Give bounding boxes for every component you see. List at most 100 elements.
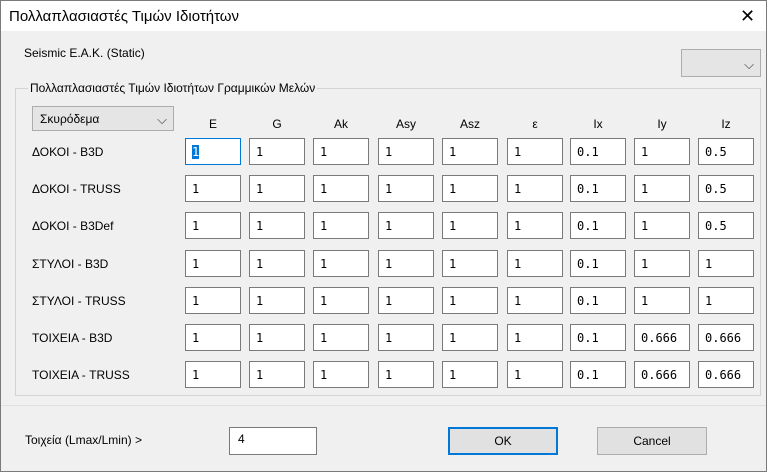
close-icon[interactable]: ✕: [729, 1, 766, 31]
value-input[interactable]: 1: [185, 361, 241, 388]
value-input[interactable]: 0.5: [698, 212, 754, 239]
value-input[interactable]: 0.666: [698, 324, 754, 351]
value-input[interactable]: 1: [442, 287, 498, 314]
value-input[interactable]: 1: [185, 138, 241, 165]
value-input[interactable]: 1: [507, 361, 563, 388]
value-input[interactable]: 1: [185, 212, 241, 239]
material-combo[interactable]: Σκυρόδεμα ⌵: [32, 106, 174, 131]
value-text: 0.5: [705, 219, 727, 233]
row-label: ΣΤΥΛΟΙ - B3D: [32, 257, 109, 271]
value-input[interactable]: 1: [313, 138, 369, 165]
ratio-input[interactable]: 4: [229, 427, 317, 455]
value-text: 1: [641, 182, 649, 196]
value-input[interactable]: 1: [442, 361, 498, 388]
value-input[interactable]: 1: [442, 175, 498, 202]
value-input[interactable]: 1: [185, 324, 241, 351]
value-input[interactable]: 1: [378, 361, 434, 388]
value-input[interactable]: 0.5: [698, 138, 754, 165]
value-input[interactable]: 1: [442, 138, 498, 165]
value-text: 1: [514, 145, 522, 159]
value-input[interactable]: 1: [185, 175, 241, 202]
value-input[interactable]: 1: [442, 324, 498, 351]
value-input[interactable]: 1: [507, 324, 563, 351]
value-text: 1: [514, 257, 522, 271]
value-input[interactable]: 0.666: [634, 324, 690, 351]
value-input[interactable]: 0.1: [570, 287, 626, 314]
value-input[interactable]: 1: [249, 287, 305, 314]
value-input[interactable]: 0.1: [570, 212, 626, 239]
value-input[interactable]: 0.666: [634, 361, 690, 388]
value-text: 1: [514, 331, 522, 345]
column-header: Asy: [395, 117, 416, 131]
value-input[interactable]: 1: [249, 324, 305, 351]
value-input[interactable]: 1: [378, 212, 434, 239]
value-input[interactable]: 1: [313, 250, 369, 277]
value-input[interactable]: 1: [249, 212, 305, 239]
value-text: 1: [256, 145, 264, 159]
value-input[interactable]: 1: [507, 138, 563, 165]
value-input[interactable]: 0.1: [570, 175, 626, 202]
value-text: 1: [256, 257, 264, 271]
analysis-combo[interactable]: ⌵: [681, 49, 761, 77]
value-input[interactable]: 0.1: [570, 138, 626, 165]
value-input[interactable]: 1: [634, 250, 690, 277]
value-input[interactable]: 1: [249, 175, 305, 202]
value-input[interactable]: 1: [313, 287, 369, 314]
value-input[interactable]: 1: [378, 324, 434, 351]
value-input[interactable]: 0.5: [698, 175, 754, 202]
value-text: 1: [514, 368, 522, 382]
column-header: Ix: [593, 117, 603, 131]
window-title: Πολλαπλασιαστές Τιμών Ιδιοτήτων: [9, 8, 240, 25]
value-input[interactable]: 1: [313, 324, 369, 351]
value-text: 1: [514, 182, 522, 196]
value-text: 1: [449, 331, 457, 345]
value-text: 1: [641, 219, 649, 233]
value-input[interactable]: 1: [442, 250, 498, 277]
value-input[interactable]: 1: [313, 175, 369, 202]
value-input[interactable]: 1: [634, 287, 690, 314]
value-input[interactable]: 1: [507, 287, 563, 314]
value-input[interactable]: 1: [185, 287, 241, 314]
value-text: 1: [449, 368, 457, 382]
cancel-button[interactable]: Cancel: [597, 427, 707, 455]
value-text: 1: [449, 182, 457, 196]
column-header: ε: [532, 117, 538, 131]
value-input[interactable]: 1: [378, 175, 434, 202]
column-header: G: [272, 117, 282, 131]
value-input[interactable]: 1: [249, 138, 305, 165]
value-input[interactable]: 1: [442, 212, 498, 239]
ok-button[interactable]: OK: [448, 427, 558, 455]
value-input[interactable]: 0.1: [570, 324, 626, 351]
value-input[interactable]: 0.1: [570, 361, 626, 388]
value-text: 1: [320, 368, 328, 382]
value-input[interactable]: 1: [313, 212, 369, 239]
value-input[interactable]: 1: [507, 250, 563, 277]
value-input[interactable]: 1: [313, 361, 369, 388]
value-text: 0.1: [577, 257, 599, 271]
material-combo-value: Σκυρόδεμα: [40, 112, 100, 126]
value-input[interactable]: 0.666: [698, 361, 754, 388]
value-input[interactable]: 1: [378, 250, 434, 277]
value-input[interactable]: 1: [698, 287, 754, 314]
value-input[interactable]: 0.1: [570, 250, 626, 277]
value-input[interactable]: 1: [249, 361, 305, 388]
value-text: 0.1: [577, 294, 599, 308]
value-text: 0.5: [705, 145, 727, 159]
value-text: 1: [385, 257, 393, 271]
value-input[interactable]: 1: [185, 250, 241, 277]
value-input[interactable]: 1: [634, 138, 690, 165]
value-text: 1: [449, 219, 457, 233]
value-text: 1: [192, 219, 200, 233]
value-input[interactable]: 1: [378, 287, 434, 314]
row-label: ΔΟΚΟΙ - B3Def: [32, 219, 114, 233]
value-input[interactable]: 1: [634, 175, 690, 202]
value-input[interactable]: 1: [507, 175, 563, 202]
value-input[interactable]: 1: [507, 212, 563, 239]
column-header: E: [208, 117, 217, 131]
value-input[interactable]: 1: [378, 138, 434, 165]
value-input[interactable]: 1: [698, 250, 754, 277]
value-input[interactable]: 1: [249, 250, 305, 277]
value-input[interactable]: 1: [634, 212, 690, 239]
value-text: 1: [320, 182, 328, 196]
value-text: 1: [320, 257, 328, 271]
